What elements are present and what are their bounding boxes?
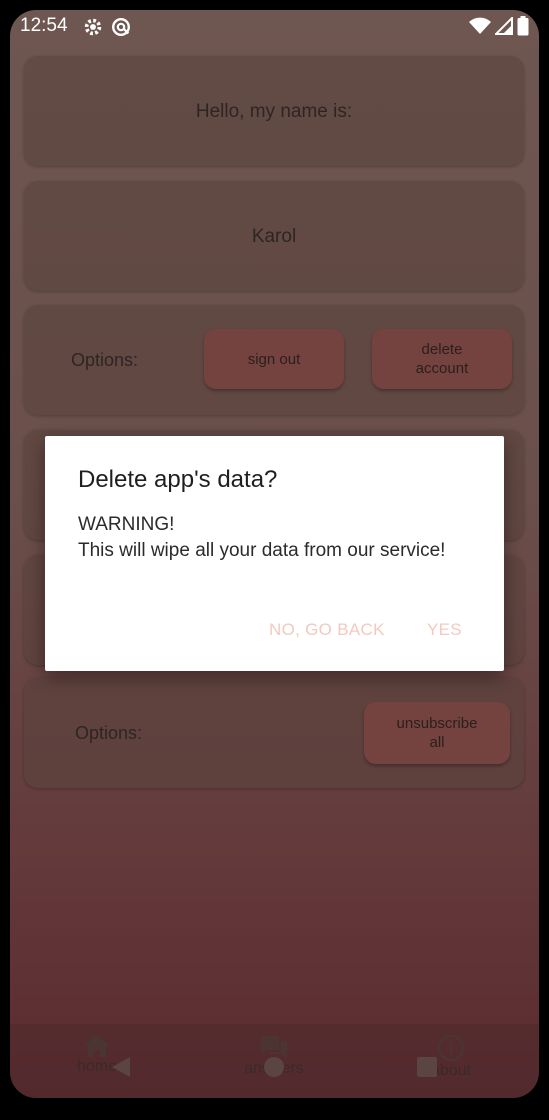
signal-icon [495, 17, 513, 35]
wifi-icon [469, 17, 491, 34]
recents-square-icon[interactable] [416, 1056, 438, 1078]
account-options-card: Options: sign out delete account [24, 305, 524, 415]
unsubscribe-all-button[interactable]: unsubscribe all [364, 702, 510, 764]
delete-account-button[interactable]: delete account [372, 329, 512, 389]
settings-gear-icon [84, 18, 102, 36]
delete-data-dialog: Delete app's data? WARNING! This will wi… [45, 436, 504, 671]
status-bar: 12:54 [10, 10, 539, 44]
status-time: 12:54 [20, 15, 68, 36]
back-icon[interactable] [110, 1056, 132, 1078]
subscription-options-label: Options: [75, 723, 143, 743]
battery-icon [517, 16, 529, 36]
phone-screen: 12:54 Hello, my name is: Karol Options: … [10, 10, 539, 1098]
user-name: Karol [251, 226, 297, 247]
greeting-card: Hello, my name is: [24, 56, 524, 166]
home-circle-icon[interactable] [263, 1056, 285, 1078]
sync-icon [112, 18, 130, 36]
no-go-back-button[interactable]: NO, GO BACK [269, 620, 385, 640]
subscription-options-card: Options: unsubscribe all [24, 678, 524, 788]
account-options-label: Options: [71, 350, 139, 370]
info-icon [437, 1034, 465, 1062]
yes-button[interactable]: YES [427, 620, 462, 640]
dialog-message: WARNING! This will wipe all your data fr… [78, 514, 446, 561]
sign-out-button[interactable]: sign out [204, 329, 344, 389]
greeting-text: Hello, my name is: [195, 101, 353, 122]
dialog-title: Delete app's data? [78, 466, 278, 493]
home-icon [84, 1035, 110, 1057]
name-card: Karol [24, 181, 524, 291]
